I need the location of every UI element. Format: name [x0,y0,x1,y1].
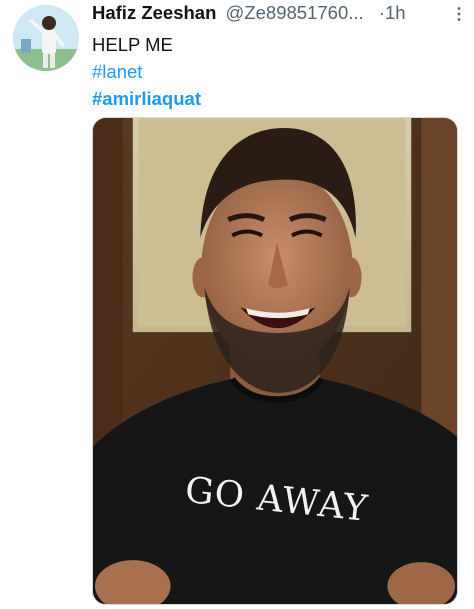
tweet-media-photo[interactable]: GO AWAY [92,117,458,605]
photo-illustration: GO AWAY [93,118,457,604]
tweet-header: Hafiz Zeeshan @Ze89851760... ·1h [92,2,462,24]
hashtag-link[interactable]: #lanet [92,61,142,83]
timestamp-value: 1h [384,2,406,23]
author-display-name[interactable]: Hafiz Zeeshan [92,2,216,23]
hashtag-link[interactable]: #amirliaquat [92,88,201,110]
timestamp[interactable]: ·1h [379,2,406,23]
more-vertical-icon[interactable] [456,6,462,22]
author-handle[interactable]: @Ze89851760... [226,2,364,23]
author-avatar[interactable] [13,5,79,71]
avatar-image [13,5,79,71]
tweet-text: HELP ME [92,34,173,55]
